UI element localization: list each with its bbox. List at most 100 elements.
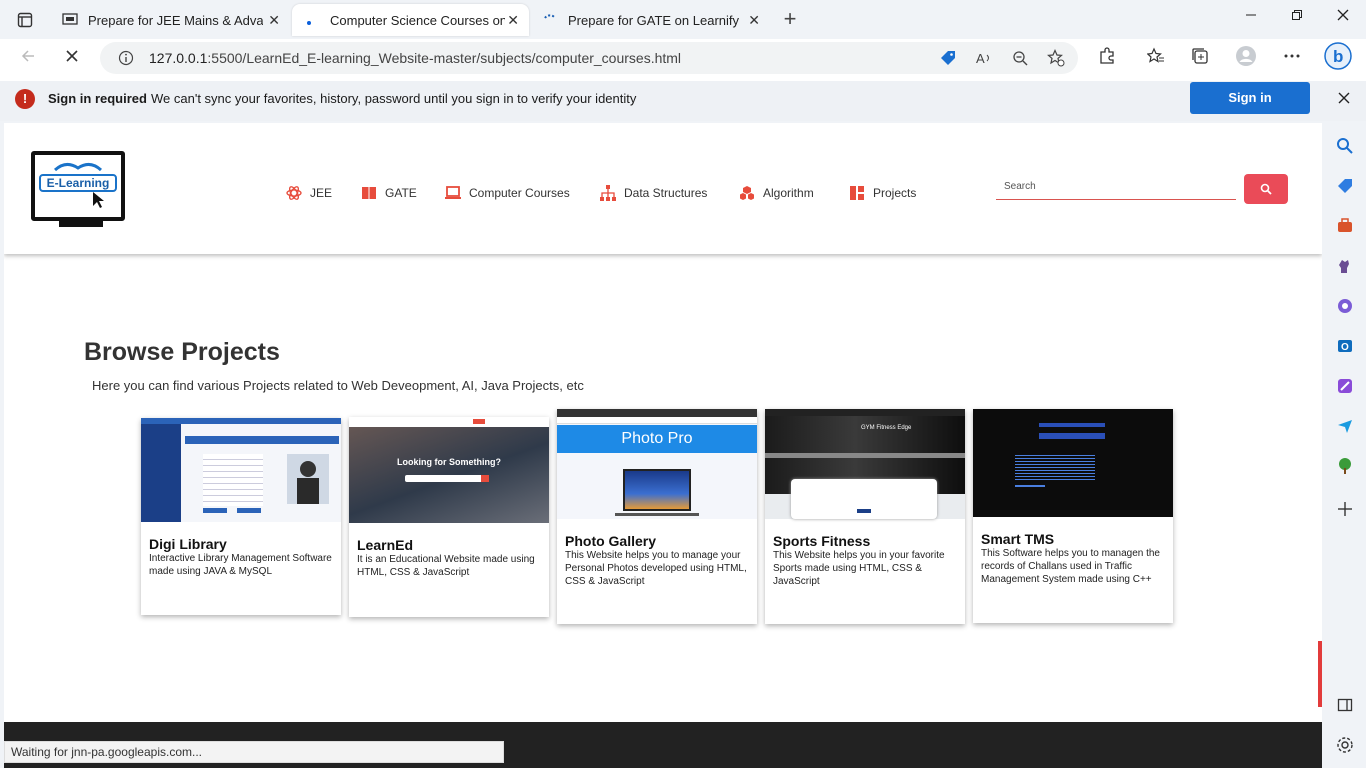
grid-icon [850,186,864,200]
project-description: Interactive Library Management Software … [149,553,332,577]
tab-jee[interactable]: Prepare for JEE Mains & Advanc ✕ [50,4,290,36]
project-card-sports-fitness[interactable]: GYM Fitness Edge Sports Fitness This Web… [765,409,965,624]
infobar-message: We can't sync your favorites, history, p… [151,91,637,106]
read-aloud-icon[interactable]: A [972,46,996,70]
cursor-icon [93,192,104,208]
screenshot-heading: GYM Fitness Edge [861,425,912,431]
project-description: It is an Educational Website made using … [357,554,535,578]
search-icon [1260,183,1272,195]
page-subtitle: Here you can find various Projects relat… [92,378,584,393]
tab-computer-courses[interactable]: Computer Science Courses on Le ✕ [292,4,529,36]
project-title: Digi Library [149,536,227,552]
svg-text:A: A [976,51,985,66]
site-header: E-Learning JEE GATE Computer Courses Dat… [4,123,1322,254]
back-icon[interactable] [16,44,40,68]
shopping-sidebar-icon[interactable] [1333,174,1357,198]
tools-sidebar-icon[interactable] [1333,214,1357,238]
close-infobar-icon[interactable] [1332,86,1356,110]
new-tab-button[interactable]: + [778,6,802,31]
games-sidebar-icon[interactable] [1333,254,1357,278]
shopping-tag-icon[interactable] [936,46,960,70]
tab-actions-icon[interactable] [13,8,37,32]
zoom-out-icon[interactable] [1008,46,1032,70]
info-icon[interactable] [114,46,138,70]
close-icon[interactable]: ✕ [507,12,519,29]
project-card-photo-gallery[interactable]: Photo Pro Photo Gallery This Website hel… [557,409,757,624]
project-screenshot [973,409,1173,517]
close-window-icon[interactable] [1337,8,1349,24]
close-icon[interactable]: ✕ [748,12,760,29]
nav-algorithm[interactable]: Algorithm [739,185,814,201]
outlook-sidebar-icon[interactable]: O [1333,334,1357,358]
sitemap-icon [600,185,616,201]
screenshot-heading: Photo Pro [557,425,757,453]
loading-icon [304,12,320,28]
project-card-digi-library[interactable]: Digi Library Interactive Library Managem… [141,418,341,615]
sign-in-infobar: ! Sign in required We can't sync your fa… [0,81,1366,121]
error-icon: ! [15,89,35,109]
project-screenshot [141,418,341,522]
collections-icon[interactable] [1188,44,1212,68]
svg-text:O: O [1341,342,1349,353]
address-field[interactable]: 127.0.0.1:5500/LearnEd_E-learning_Websit… [100,42,1078,74]
project-title: Sports Fitness [773,533,871,549]
site-logo[interactable]: E-Learning [31,151,125,221]
project-description: This Website helps you to manage your Pe… [565,550,747,587]
designer-sidebar-icon[interactable] [1333,374,1357,398]
add-sidebar-icon[interactable] [1333,497,1357,521]
page-title: Browse Projects [84,338,280,366]
tab-gate[interactable]: Prepare for GATE on Learnify ✕ [530,4,770,36]
status-bar: Waiting for jnn-pa.googleapis.com... [4,741,504,763]
microsoft365-sidebar-icon[interactable] [1333,294,1357,318]
monitor-stand [59,221,103,227]
logo-text: E-Learning [39,174,117,192]
stop-loading-icon[interactable] [60,44,84,68]
nav-projects[interactable]: Projects [849,185,916,201]
nav-computer-courses[interactable]: Computer Courses [445,185,570,201]
laptop-icon [445,186,461,199]
tab-title: Prepare for GATE on Learnify [568,12,740,28]
project-card-learned[interactable]: Looking for Something? LearnEd It is an … [349,417,549,617]
loading-icon [542,12,558,28]
url-text: 127.0.0.1:5500/LearnEd_E-learning_Websit… [149,50,681,66]
project-card-smart-tms[interactable]: Smart TMS This Software helps you to man… [973,409,1173,623]
project-description: This Software helps you to managen the r… [981,548,1160,585]
add-favorite-icon[interactable] [1044,46,1068,70]
scrollbar-thumb[interactable] [1318,641,1322,707]
tab-title: Computer Science Courses on Le [330,12,505,28]
atom-icon [286,186,302,200]
tree-sidebar-icon[interactable] [1333,454,1357,478]
nav-label: Algorithm [763,186,814,200]
search-input[interactable]: Search [996,177,1236,200]
nav-gate[interactable]: GATE [361,185,417,201]
project-screenshot: Photo Pro [557,409,757,519]
open-book-icon [53,163,103,172]
hide-sidebar-icon[interactable] [1333,693,1357,717]
cubes-icon [740,186,754,200]
close-icon[interactable]: ✕ [268,12,280,29]
book-icon [362,187,376,199]
nav-jee[interactable]: JEE [286,185,332,201]
nav-label: JEE [310,186,333,200]
minimize-icon[interactable] [1245,8,1257,24]
search-sidebar-icon[interactable] [1333,134,1357,158]
extensions-icon[interactable] [1095,44,1119,68]
tab-bar: Prepare for JEE Mains & Advanc ✕ Compute… [0,0,1366,39]
screenshot-heading: Looking for Something? [397,457,501,467]
nav-label: Data Structures [624,186,708,200]
search-button[interactable] [1244,174,1288,204]
url-host: 127.0.0.1 [149,50,208,66]
infobar-title: Sign in required [48,91,147,106]
web-page: E-Learning JEE GATE Computer Courses Dat… [4,123,1322,768]
send-sidebar-icon[interactable] [1333,414,1357,438]
settings-gear-icon[interactable] [1333,733,1357,757]
project-title: LearnEd [357,537,414,553]
copilot-icon[interactable]: b [1322,40,1354,72]
nav-data-structures[interactable]: Data Structures [600,185,707,201]
profile-avatar-icon[interactable] [1234,44,1258,68]
favorites-icon[interactable] [1144,44,1168,68]
more-options-icon[interactable] [1280,44,1304,68]
restore-icon[interactable] [1291,8,1303,24]
sign-in-button[interactable]: Sign in [1190,82,1310,114]
nav-label: Computer Courses [469,186,570,200]
